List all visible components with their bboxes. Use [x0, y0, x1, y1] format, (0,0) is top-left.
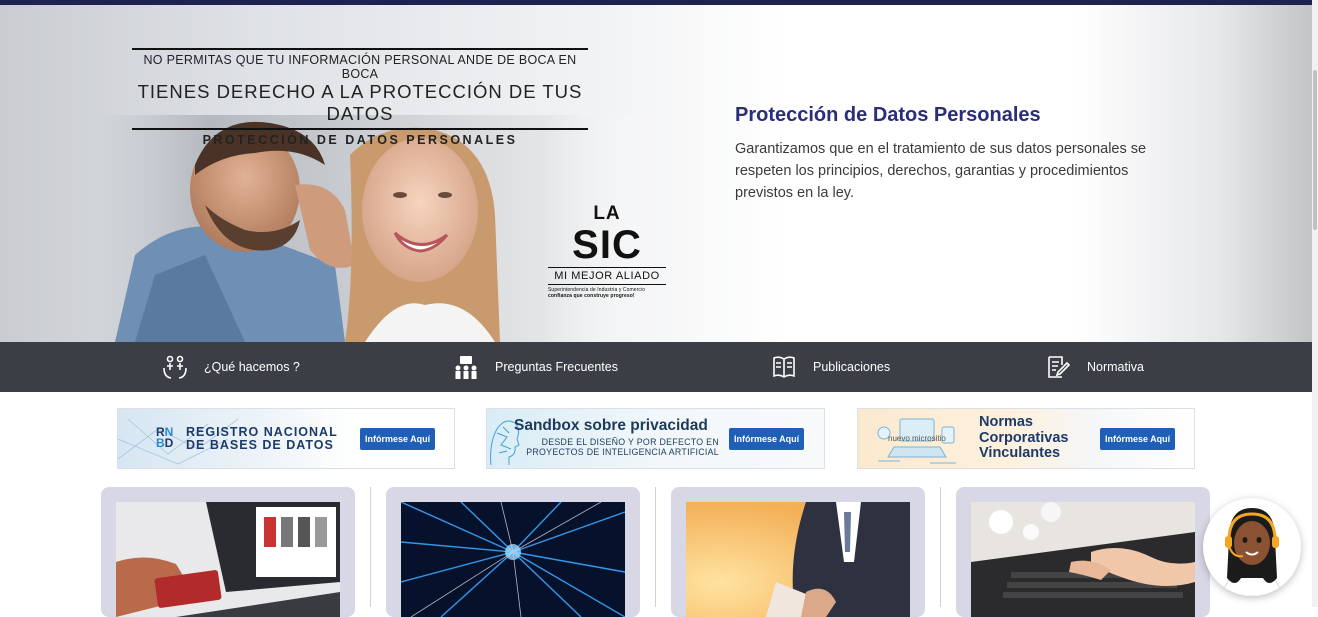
normas-title-line3: Vinculantes [979, 445, 1061, 461]
sic-logo-sic: SIC [572, 223, 642, 267]
card-item-4[interactable] [956, 487, 1210, 617]
sic-logo-aliado: MI MEJOR ALIADO [554, 270, 660, 282]
hero-tagline-block: NO PERMITAS QUE TU INFORMACIÓN PERSONAL … [132, 45, 588, 147]
rnbd-title: REGISTRO NACIONAL DE BASES DE DATOS [186, 426, 338, 452]
info-banners: RN BD REGISTRO NACIONAL DE BASES DE DATO… [0, 408, 1312, 469]
digital-network-image [401, 502, 625, 617]
card-divider [655, 487, 656, 607]
assistant-avatar-icon [1222, 508, 1282, 596]
normas-informese-button[interactable]: Infórmese Aquí [1100, 428, 1176, 450]
sic-logo-rule [548, 267, 666, 268]
sandbox-subtitle-line2: PROYECTOS DE INTELIGENCIA ARTIFICIAL [526, 447, 719, 457]
section-nav-bar: ¿Qué hacemos ? Preguntas Frecuentes Publ… [0, 342, 1312, 392]
sic-logo-rule-2 [548, 284, 666, 285]
credit-card-laptop-image [116, 502, 340, 617]
nav-item-normativa[interactable]: Normativa [1045, 342, 1144, 392]
sic-logo: LA SIC MI MEJOR ALIADO Superintendencia … [548, 203, 666, 299]
normas-title: Normas Corporativas Vinculantes [979, 414, 1069, 462]
rnbd-logo: RN BD [156, 426, 174, 450]
banner-rnbd[interactable]: RN BD REGISTRO NACIONAL DE BASES DE DATO… [117, 408, 455, 469]
card-image-3 [686, 502, 910, 617]
hero-tagline-1: NO PERMITAS QUE TU INFORMACIÓN PERSONAL … [143, 53, 577, 81]
rnbd-title-line2: DE BASES DE DATOS [186, 438, 334, 452]
page-title: Protección de Datos Personales [735, 104, 1041, 126]
people-board-icon [455, 356, 477, 379]
sic-logo-small-2: confianza que construye progreso! [548, 293, 635, 299]
hero-tagline-2: TIENES DERECHO A LA PROTECCIÓN DE TUS DA… [137, 81, 583, 124]
normas-title-line1: Normas [979, 414, 1033, 430]
card-image-4 [971, 502, 1195, 617]
rnbd-informese-button[interactable]: Infórmese Aquí [360, 428, 436, 450]
card-item-3[interactable] [671, 487, 925, 617]
chat-assistant-button[interactable] [1203, 498, 1301, 596]
nav-item-label: Publicaciones [813, 360, 891, 374]
sandbox-title: Sandbox sobre privacidad [514, 417, 708, 434]
card-item-1[interactable] [101, 487, 355, 617]
businessman-signing-image [686, 502, 910, 617]
sandbox-informese-button[interactable]: Infórmese Aquí [729, 428, 805, 450]
normas-micrositio-label: nuevo micrositio [888, 434, 946, 443]
sic-logo-la: LA [593, 203, 621, 224]
document-edit-icon [1048, 356, 1071, 378]
nav-item-publicaciones[interactable]: Publicaciones [771, 342, 890, 392]
hero-banner: NO PERMITAS QUE TU INFORMACIÓN PERSONAL … [0, 5, 1312, 342]
nav-item-que-hacemos[interactable]: ¿Qué hacemos ? [162, 342, 300, 392]
book-icon [773, 356, 795, 378]
nav-item-label: ¿Qué hacemos ? [204, 360, 300, 374]
card-image-1 [116, 502, 340, 617]
rnbd-logo-b: B [156, 436, 165, 450]
normas-title-line2: Corporativas [979, 429, 1069, 446]
nav-item-label: Normativa [1087, 360, 1144, 374]
banner-sandbox[interactable]: Sandbox sobre privacidad DESDE EL DISEÑO… [486, 408, 825, 469]
card-item-2[interactable] [386, 487, 640, 617]
rnbd-logo-d: D [164, 436, 174, 450]
hero-rule-mid [132, 128, 588, 130]
card-divider [370, 487, 371, 607]
hero-description: Garantizamos que en el tratamiento de su… [735, 141, 1147, 201]
sandbox-subtitle: DESDE EL DISEÑO Y POR DEFECTO EN PROYECT… [525, 437, 719, 457]
hero-rule-top [132, 48, 588, 50]
nav-item-label: Preguntas Frecuentes [495, 360, 618, 374]
banner-normas[interactable]: nuevo micrositio Normas Corporativas Vin… [857, 408, 1195, 469]
vertical-scrollbar[interactable] [1312, 0, 1318, 607]
card-image-2 [401, 502, 625, 617]
hero-tagline-3: PROTECCIÓN DE DATOS PERSONALES [202, 133, 518, 147]
nav-item-preguntas-frecuentes[interactable]: Preguntas Frecuentes [453, 342, 618, 392]
scrollbar-thumb[interactable] [1313, 70, 1317, 230]
sandbox-subtitle-line1: DESDE EL DISEÑO Y POR DEFECTO EN [541, 437, 719, 447]
card-divider [940, 487, 941, 607]
typing-laptop-image [971, 502, 1195, 617]
hands-people-icon [163, 355, 187, 379]
